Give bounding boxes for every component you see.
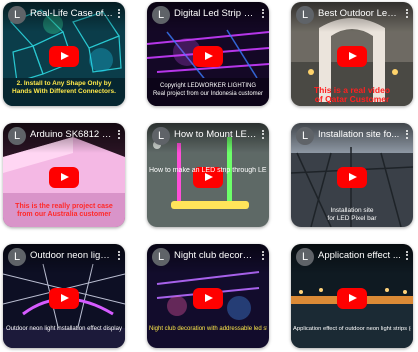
video-card[interactable]: L Installation site fo... Installation s…	[291, 123, 413, 227]
video-title[interactable]: Real-Life Case of P...	[30, 8, 113, 19]
video-grid: L Real-Life Case of P... 2. Install to A…	[0, 0, 418, 352]
video-caption: How to make an LED strip through LED str…	[149, 167, 267, 174]
channel-avatar[interactable]: L	[8, 6, 26, 24]
channel-avatar[interactable]: L	[152, 127, 170, 145]
play-button-icon[interactable]	[193, 46, 223, 68]
video-caption: This is a real video of Qatar Customer	[313, 85, 391, 104]
title-bar: L Best Outdoor Led ...	[291, 2, 413, 32]
title-bar: L Installation site fo...	[291, 123, 413, 153]
play-button-icon[interactable]	[49, 167, 79, 189]
video-card[interactable]: L Real-Life Case of P... 2. Install to A…	[3, 2, 125, 106]
play-button-icon[interactable]	[337, 167, 367, 189]
video-title[interactable]: Night club decorati...	[174, 250, 257, 261]
more-options-icon[interactable]	[116, 7, 122, 21]
video-card[interactable]: L Night club decorati... Night club deco…	[147, 244, 269, 348]
channel-avatar[interactable]: L	[296, 248, 314, 266]
channel-avatar[interactable]: L	[8, 127, 26, 145]
more-options-icon[interactable]	[404, 7, 410, 21]
video-caption: 2. Install to Any Shape Only by Hands Wi…	[12, 80, 116, 95]
video-title[interactable]: How to Mount LED...	[174, 129, 257, 140]
play-button-icon[interactable]	[49, 46, 79, 68]
more-options-icon[interactable]	[404, 128, 410, 142]
video-card[interactable]: L Best Outdoor Led ... This is a real vi…	[291, 2, 413, 106]
channel-avatar[interactable]: L	[296, 6, 314, 24]
video-caption: Outdoor neon light installation effect d…	[6, 326, 122, 332]
channel-avatar[interactable]: L	[8, 248, 26, 266]
channel-avatar[interactable]: L	[296, 127, 314, 145]
video-title[interactable]: Outdoor neon light ...	[30, 250, 113, 261]
more-options-icon[interactable]	[260, 128, 266, 142]
more-options-icon[interactable]	[404, 249, 410, 263]
play-button-icon[interactable]	[49, 288, 79, 310]
more-options-icon[interactable]	[260, 7, 266, 21]
play-button-icon[interactable]	[337, 288, 367, 310]
video-card[interactable]: L Digital Led Strip Co... Copyright LEDW…	[147, 2, 269, 106]
title-bar: L How to Mount LED...	[147, 123, 269, 153]
video-card[interactable]: L Application effect ... Application eff…	[291, 244, 413, 348]
video-card[interactable]: L Outdoor neon light ... Outdoor neon li…	[3, 244, 125, 348]
video-caption: Copyright LEDWORKER LIGHTING Real projec…	[152, 83, 264, 97]
play-button-icon[interactable]	[337, 46, 367, 68]
channel-avatar[interactable]: L	[152, 6, 170, 24]
video-card[interactable]: L How to Mount LED... How to make an LED…	[147, 123, 269, 227]
video-title[interactable]: Installation site fo...	[318, 129, 401, 140]
channel-avatar[interactable]: L	[152, 248, 170, 266]
video-title[interactable]: Application effect ...	[318, 250, 401, 261]
video-caption: This is the really project case from our…	[15, 203, 113, 218]
title-bar: L Application effect ...	[291, 244, 413, 274]
more-options-icon[interactable]	[116, 249, 122, 263]
video-title[interactable]: Arduino SK6812 In...	[30, 129, 113, 140]
title-bar: L Outdoor neon light ...	[3, 244, 125, 274]
title-bar: L Night club decorati...	[147, 244, 269, 274]
video-title[interactable]: Digital Led Strip Co...	[174, 8, 257, 19]
play-button-icon[interactable]	[193, 288, 223, 310]
title-bar: L Arduino SK6812 In...	[3, 123, 125, 153]
more-options-icon[interactable]	[260, 249, 266, 263]
video-title[interactable]: Best Outdoor Led ...	[318, 8, 401, 19]
video-caption: Application effect of outdoor neon light…	[293, 326, 411, 332]
video-caption: Night club decoration with addressable l…	[149, 326, 267, 332]
video-caption: Installation site for LED Pixel bar	[327, 207, 377, 222]
video-card[interactable]: L Arduino SK6812 In... This is the reall…	[3, 123, 125, 227]
title-bar: L Real-Life Case of P...	[3, 2, 125, 32]
more-options-icon[interactable]	[116, 128, 122, 142]
title-bar: L Digital Led Strip Co...	[147, 2, 269, 32]
